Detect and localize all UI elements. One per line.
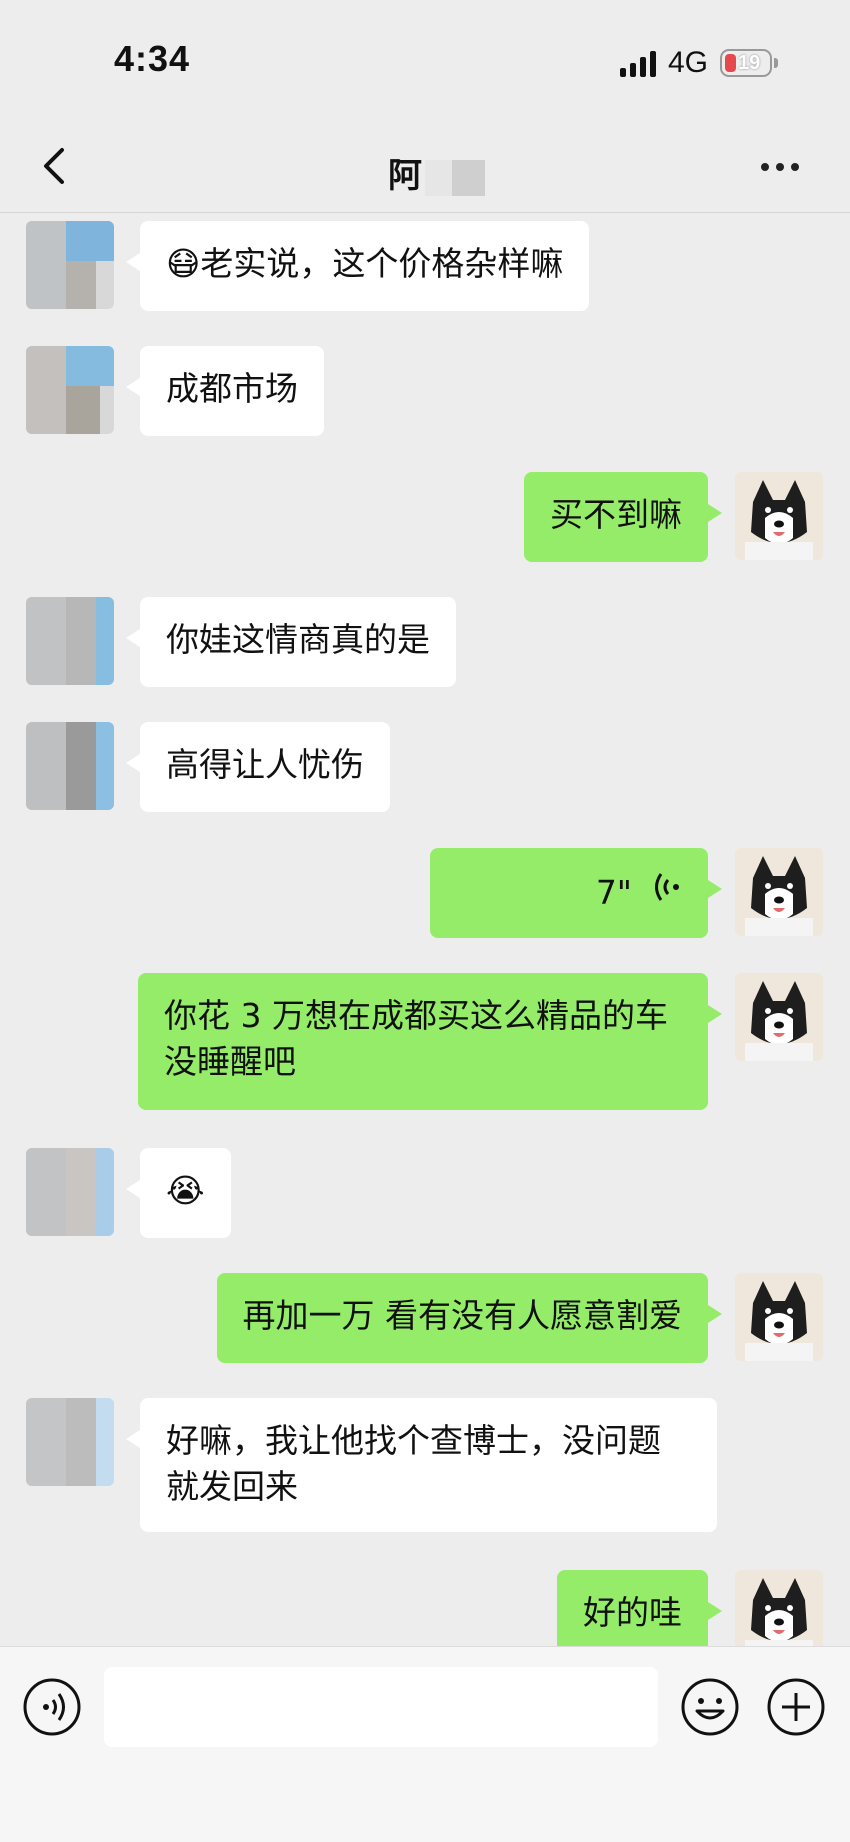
emoji-mask-icon: 😷 [166, 244, 201, 283]
message-bubble[interactable]: 好的哇 [557, 1570, 722, 1646]
message-bubble[interactable]: 好嘛，我让他找个查博士，没问题就发回来 [126, 1398, 717, 1532]
plus-icon[interactable] [766, 1677, 826, 1737]
message-text: 好的哇 [583, 1593, 682, 1632]
user-avatar[interactable] [735, 848, 823, 936]
voice-message-bubble[interactable]: 7" [430, 848, 722, 938]
blurred-title-region [425, 160, 485, 196]
voice-input-icon[interactable] [22, 1677, 82, 1737]
status-time: 4:34 [114, 38, 191, 79]
message-outgoing: 买不到嘛 [0, 472, 850, 572]
message-bubble[interactable]: 再加一万 看有没有人愿意割爱 [216, 1273, 722, 1363]
message-incoming: 😭 [0, 1148, 850, 1248]
message-text: 你花 3 万想在成都买这么精品的车 没睡醒吧 [164, 996, 668, 1081]
battery-level: 19 [738, 51, 761, 74]
message-text: 再加一万 看有没有人愿意割爱 [242, 1296, 683, 1335]
chat-header: 阿 [0, 120, 850, 213]
message-outgoing: 好的哇 [0, 1570, 850, 1646]
chat-title: 阿 [388, 156, 422, 196]
cellular-signal-icon [619, 49, 656, 77]
contact-avatar[interactable] [26, 346, 114, 434]
emoji-crying-icon: 😭 [166, 1171, 205, 1210]
message-outgoing: 再加一万 看有没有人愿意割爱 [0, 1273, 850, 1373]
message-text: 老实说，这个价格杂样嘛 [200, 244, 564, 283]
message-bubble[interactable]: 😷老实说，这个价格杂样嘛 [125, 221, 590, 311]
status-bar: 4:34 4G 19 [0, 0, 850, 120]
message-incoming: 高得让人忧伤 [0, 722, 850, 822]
network-type: 4G [667, 46, 708, 79]
contact-avatar[interactable] [26, 1398, 114, 1486]
contact-avatar[interactable] [26, 1148, 114, 1236]
message-incoming: 好嘛，我让他找个查博士，没问题就发回来 [0, 1398, 850, 1538]
contact-avatar[interactable] [26, 221, 114, 309]
voice-duration: 7" [595, 873, 632, 912]
message-input[interactable] [104, 1667, 658, 1747]
chevron-left-icon[interactable] [30, 140, 82, 192]
emoji-icon[interactable] [680, 1677, 740, 1737]
message-text: 高得让人忧伤 [166, 745, 364, 784]
message-text: 成都市场 [166, 369, 298, 408]
status-indicators: 4G 19 [619, 46, 778, 80]
contact-avatar[interactable] [26, 722, 114, 810]
user-avatar[interactable] [735, 1273, 823, 1361]
message-outgoing: 你花 3 万想在成都买这么精品的车 没睡醒吧 [0, 973, 850, 1113]
message-text: 你娃这情商真的是 [166, 620, 430, 659]
battery-icon: 19 [720, 49, 772, 77]
message-bubble[interactable]: 成都市场 [126, 346, 324, 436]
message-list[interactable]: 😷老实说，这个价格杂样嘛 成都市场 买不到嘛 你娃这情商真的是 高得让人忧伤 7… [0, 212, 850, 1646]
message-bubble[interactable]: 你花 3 万想在成都买这么精品的车 没睡醒吧 [138, 973, 722, 1110]
user-avatar[interactable] [735, 472, 823, 560]
user-avatar[interactable] [735, 1570, 823, 1646]
message-incoming: 你娃这情商真的是 [0, 597, 850, 697]
more-icon[interactable] [750, 142, 810, 192]
contact-avatar[interactable] [26, 597, 114, 685]
message-outgoing: 7" [0, 848, 850, 948]
message-bubble[interactable]: 买不到嘛 [524, 472, 722, 562]
message-bubble[interactable]: 😭 [126, 1148, 231, 1238]
message-bubble[interactable]: 高得让人忧伤 [126, 722, 390, 812]
message-text: 好嘛，我让他找个查博士，没问题就发回来 [166, 1421, 661, 1506]
input-bar [0, 1646, 850, 1842]
message-bubble[interactable]: 你娃这情商真的是 [126, 597, 456, 687]
message-text: 买不到嘛 [550, 495, 682, 534]
user-avatar[interactable] [735, 973, 823, 1061]
message-incoming: 成都市场 [0, 346, 850, 446]
message-incoming: 😷老实说，这个价格杂样嘛 [0, 221, 850, 321]
voice-waves-icon [652, 870, 682, 916]
